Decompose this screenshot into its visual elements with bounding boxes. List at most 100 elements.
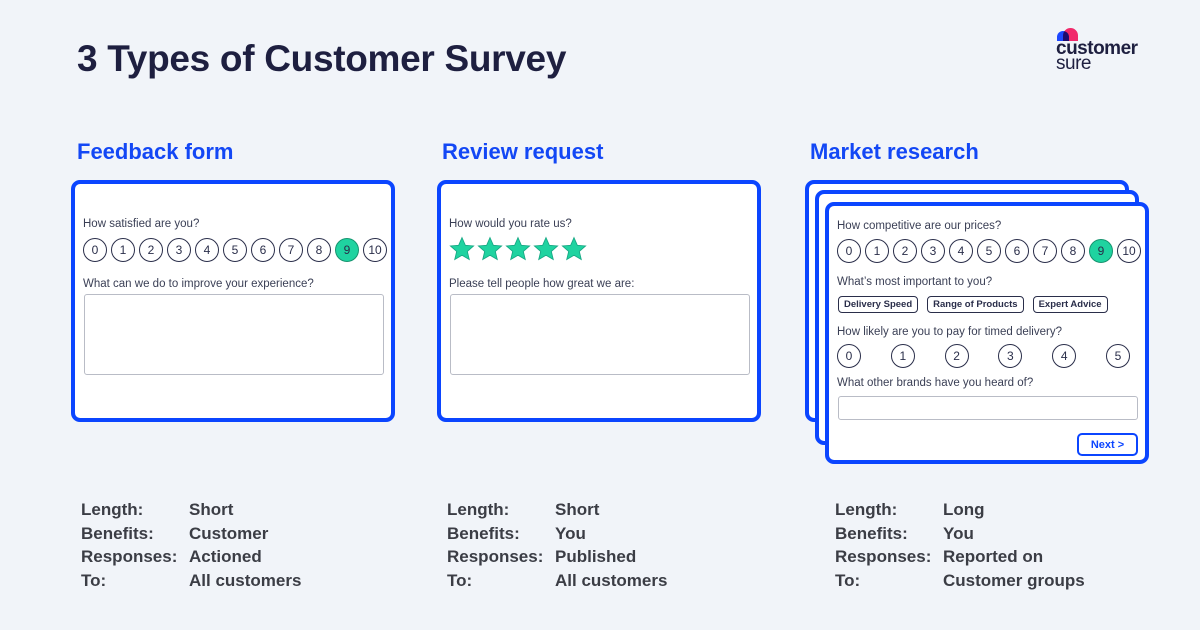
satisfaction-option[interactable]: 8 (307, 238, 331, 262)
prices-option[interactable]: 3 (921, 239, 945, 263)
customersure-logo: customer sure (1056, 28, 1156, 74)
satisfaction-question: How satisfied are you? (83, 218, 200, 230)
satisfaction-option[interactable]: 1 (111, 238, 135, 262)
importance-chip[interactable]: Expert Advice (1032, 296, 1108, 313)
info-label: Length: (447, 500, 510, 519)
info-row: Benefits: You (447, 524, 667, 548)
prices-question: How competitive are our prices? (837, 220, 1002, 232)
star-icon[interactable] (505, 236, 531, 262)
info-value: Short (189, 500, 234, 519)
timed-delivery-scale: 0 1 2 3 4 5 (837, 344, 1130, 368)
info-label: Responses: (835, 547, 932, 566)
info-label: Benefits: (447, 523, 520, 543)
info-row: To: All customers (447, 571, 667, 595)
timed-delivery-option[interactable]: 5 (1105, 344, 1130, 368)
info-label: Length: (835, 500, 898, 519)
star-icon[interactable] (561, 236, 587, 262)
satisfaction-scale: 0 1 2 3 4 5 6 7 8 9 10 (83, 238, 387, 262)
review-question: Please tell people how great we are: (449, 278, 635, 290)
feedback-form-card: How satisfied are you? 0 1 2 3 4 5 6 7 8 9 10 What… (71, 180, 395, 422)
feedback-form-heading: Feedback form (77, 139, 234, 164)
review-request-heading: Review request (442, 139, 604, 164)
info-row: Length: Long (835, 500, 1085, 524)
prices-option[interactable]: 1 (865, 239, 889, 263)
info-row: Responses: Published (447, 547, 667, 571)
prices-option[interactable]: 0 (837, 239, 861, 263)
satisfaction-option[interactable]: 10 (363, 238, 387, 262)
prices-option[interactable]: 6 (1005, 239, 1029, 263)
prices-option[interactable]: 2 (893, 239, 917, 263)
satisfaction-option[interactable]: 2 (139, 238, 163, 262)
timed-delivery-question: How likely are you to pay for timed deli… (837, 326, 1062, 338)
info-label: Responses: (447, 547, 544, 566)
brands-input[interactable] (838, 396, 1138, 420)
satisfaction-option[interactable]: 5 (223, 238, 247, 262)
info-label: Length: (81, 500, 144, 519)
info-label: Responses: (81, 547, 178, 566)
importance-question: What’s most important to you? (837, 276, 993, 288)
satisfaction-option[interactable]: 9 (335, 238, 359, 262)
importance-chip[interactable]: Range of Products (927, 296, 1024, 313)
info-value: Actioned (189, 547, 262, 566)
timed-delivery-option[interactable]: 1 (890, 344, 915, 368)
review-request-card: How would you rate us? Please tell peopl… (437, 180, 761, 422)
market-research-info: Length: Long Benefits: You Responses: Reporte… (835, 500, 1085, 594)
prices-option[interactable]: 7 (1033, 239, 1057, 263)
improve-textarea[interactable] (84, 294, 384, 375)
star-icon[interactable] (449, 236, 475, 262)
star-rating[interactable] (449, 236, 587, 262)
info-value: All customers (189, 570, 302, 590)
prices-option[interactable]: 9 (1089, 239, 1113, 263)
info-row: Responses: Actioned (81, 547, 301, 571)
info-value: Reported on (943, 547, 1044, 566)
logo-word-sure: sure (1056, 53, 1091, 74)
info-label: Benefits: (835, 523, 908, 543)
satisfaction-option[interactable]: 0 (83, 238, 107, 262)
info-row: Benefits: Customer (81, 524, 301, 548)
info-value: Customer groups (943, 570, 1085, 590)
improve-question: What can we do to improve your experienc… (83, 278, 314, 290)
satisfaction-option[interactable]: 7 (279, 238, 303, 262)
timed-delivery-option[interactable]: 4 (1052, 344, 1077, 368)
star-icon[interactable] (477, 236, 503, 262)
market-research-card: How competitive are our prices? 01234567… (825, 202, 1149, 464)
review-request-info: Length: Short Benefits: You Responses: Publis… (447, 500, 667, 594)
review-textarea[interactable] (450, 294, 750, 375)
satisfaction-option[interactable]: 6 (251, 238, 275, 262)
prices-option[interactable]: 4 (949, 239, 973, 263)
info-value: Published (555, 547, 637, 566)
prices-option[interactable]: 5 (977, 239, 1001, 263)
info-label: To: (81, 570, 107, 590)
info-label: To: (835, 570, 861, 590)
next-button[interactable]: Next > (1077, 433, 1138, 456)
info-row: Benefits: You (835, 524, 1085, 548)
info-row: Responses: Reported on (835, 547, 1085, 571)
info-value: All customers (555, 570, 668, 590)
market-research-heading: Market research (810, 139, 979, 164)
timed-delivery-option[interactable]: 0 (837, 344, 861, 368)
info-label: Benefits: (81, 523, 154, 543)
info-value: You (555, 523, 586, 543)
satisfaction-option[interactable]: 3 (167, 238, 191, 262)
importance-options: Delivery Speed Range of Products Expert Ad… (838, 296, 1108, 313)
info-value: Short (555, 500, 600, 519)
satisfaction-option[interactable]: 4 (195, 238, 219, 262)
page-title: 3 Types of Customer Survey (77, 38, 567, 79)
prices-option[interactable]: 10 (1117, 239, 1141, 263)
importance-chip[interactable]: Delivery Speed (838, 296, 919, 313)
prices-option[interactable]: 8 (1061, 239, 1085, 263)
feedback-form-info: Length: Short Benefits: Customer Responses: A… (81, 500, 301, 594)
prices-scale: 0 1 2 3 4 5 6 7 8 9 10 (837, 239, 1141, 263)
info-row: Length: Short (81, 500, 301, 524)
brands-question: What other brands have you heard of? (837, 377, 1034, 389)
timed-delivery-option[interactable]: 2 (944, 344, 969, 368)
info-value: Long (943, 500, 985, 519)
info-row: Length: Short (447, 500, 667, 524)
info-label: To: (447, 570, 473, 590)
info-value: Customer (189, 523, 269, 543)
info-row: To: Customer groups (835, 571, 1085, 595)
info-value: You (943, 523, 974, 543)
info-row: To: All customers (81, 571, 301, 595)
timed-delivery-option[interactable]: 3 (998, 344, 1023, 368)
star-icon[interactable] (533, 236, 559, 262)
